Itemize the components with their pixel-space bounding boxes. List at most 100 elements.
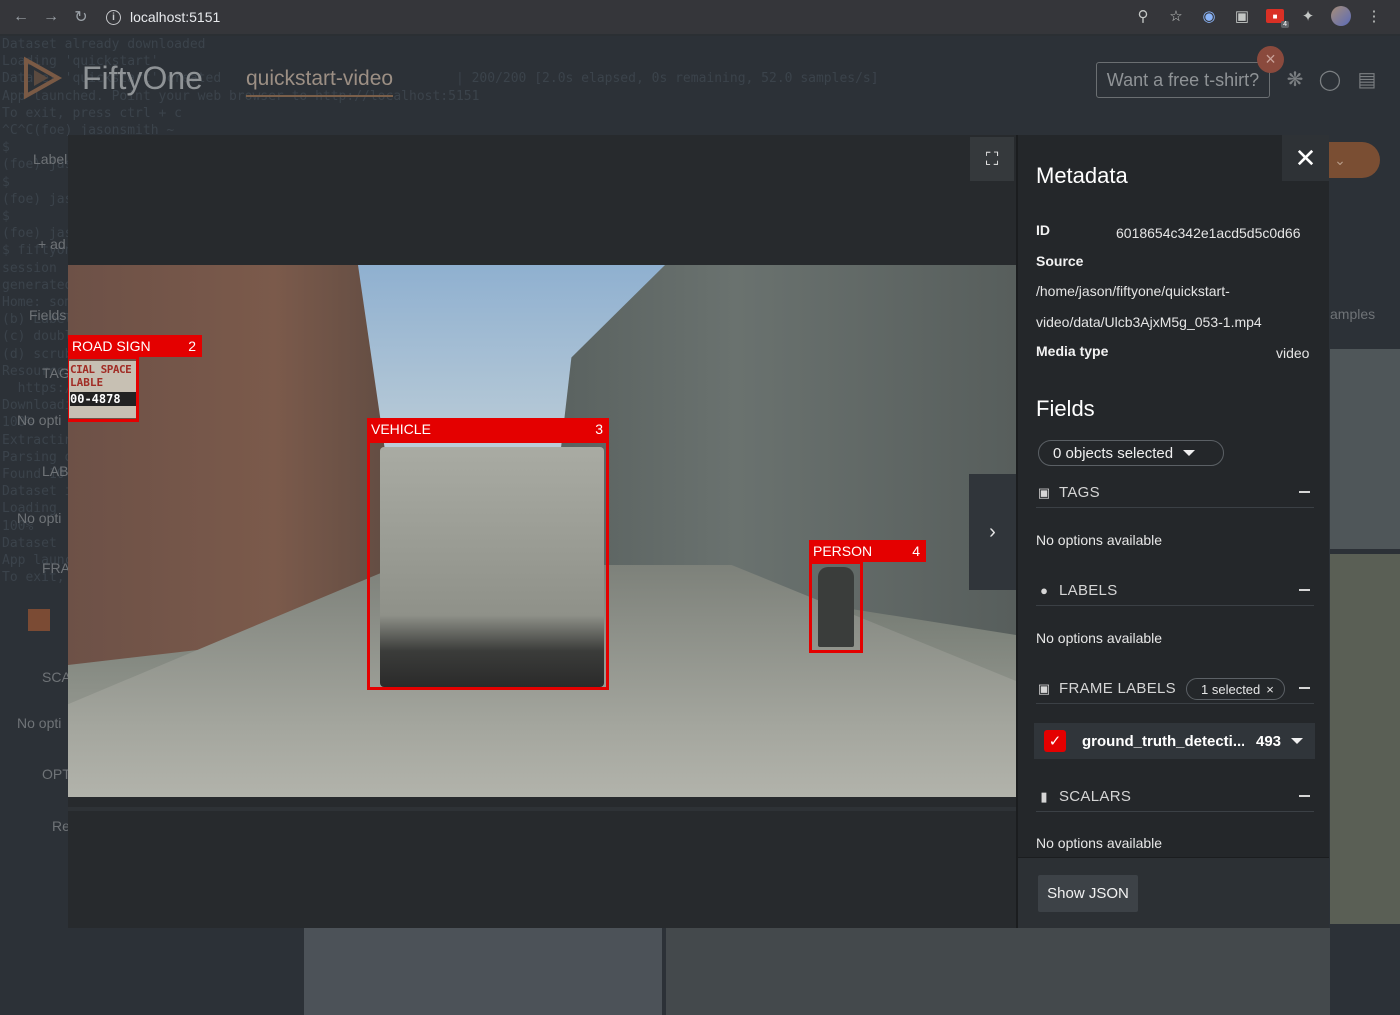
sample-thumbnail[interactable] — [1330, 349, 1400, 549]
selected-pill[interactable]: 1 selected × — [1186, 678, 1285, 700]
pocket-icon[interactable]: ▣ — [1230, 4, 1254, 28]
media-type-value: video — [1276, 345, 1310, 361]
sample-thumbnail[interactable] — [304, 928, 662, 1015]
slack-icon[interactable]: ❋ — [1282, 66, 1308, 92]
detection-box-vehicle[interactable] — [367, 440, 609, 690]
collapse-icon[interactable] — [1299, 589, 1310, 591]
next-sample-icon[interactable]: › — [969, 474, 1016, 590]
labels-group-header[interactable]: ● LABELS — [1036, 576, 1314, 606]
field-row-ground-truth[interactable]: ✓ ground_truth_detecti... 493 — [1034, 723, 1315, 759]
clear-selection-icon[interactable]: × — [1266, 682, 1274, 697]
image-icon: ▣ — [1037, 680, 1051, 696]
bookmark-star-icon[interactable]: ☆ — [1164, 4, 1188, 28]
bg-frame-heading: FRA — [42, 560, 70, 576]
labels-no-options: No options available — [1036, 630, 1163, 646]
fields-tab[interactable]: Fields — [29, 307, 66, 323]
forward-icon[interactable]: → — [36, 2, 66, 32]
source-key: Source — [1036, 253, 1084, 269]
bg-tags-heading: TAG — [42, 365, 70, 381]
sample-thumbnail[interactable] — [28, 609, 50, 631]
detection-label-vehicle: VEHICLE 3 — [367, 418, 609, 440]
objects-selected-label: 0 objects selected — [1053, 444, 1174, 462]
reload-icon[interactable]: ↻ — [66, 2, 96, 32]
bg-options-heading: OPT — [42, 766, 71, 782]
sample-thumbnail[interactable] — [666, 928, 1330, 1015]
tags-group-header[interactable]: ▣ TAGS — [1036, 478, 1314, 508]
field-count: 493 — [1256, 732, 1282, 750]
detection-label-person: PERSON 4 — [809, 540, 926, 562]
site-info-icon[interactable]: i — [106, 9, 121, 25]
app-header: FiftyOne quickstart-video Want a free t-… — [0, 36, 1400, 126]
detection-label-road-sign: ROAD SIGN 2 — [68, 335, 202, 357]
chevron-down-icon — [1183, 450, 1196, 456]
group-title: SCALARS — [1059, 788, 1132, 805]
bar-chart-icon: ▮ — [1040, 788, 1048, 804]
github-icon[interactable]: ◯ — [1317, 66, 1343, 92]
frame-labels-group-header[interactable]: ▣ FRAME LABELS 1 selected × — [1036, 674, 1314, 704]
dataset-selector[interactable]: quickstart-video — [246, 67, 394, 97]
group-title: TAGS — [1059, 484, 1100, 501]
fullscreen-icon[interactable]: ⛶ — [970, 137, 1014, 181]
id-key: ID — [1036, 222, 1050, 238]
source-path-line: /home/jason/fiftyone/quickstart- — [1036, 283, 1230, 299]
extension-badge-count: 4 — [1281, 21, 1289, 28]
extensions-puzzle-icon[interactable]: ✦ — [1296, 4, 1320, 28]
extension-badge-icon[interactable]: ■ 4 — [1263, 4, 1289, 28]
selected-pill-label: 1 selected — [1201, 681, 1261, 697]
detection-index: 2 — [188, 338, 196, 354]
labels-tab[interactable]: Label — [33, 151, 67, 167]
browser-toolbar: ← → ↻ i localhost:5151 ⚲ ☆ ◉ ▣ ■ 4 ✦ ⋮ — [0, 0, 1400, 34]
bg-no-options: No opti — [17, 412, 62, 428]
collapse-icon[interactable] — [1299, 795, 1310, 797]
add-stage-button[interactable]: + ad — [38, 236, 66, 252]
field-checkbox[interactable]: ✓ — [1044, 730, 1066, 752]
brand-name: FiftyOne — [82, 60, 203, 96]
detection-box-person[interactable] — [809, 561, 863, 653]
chevron-down-icon[interactable] — [1291, 738, 1304, 744]
tags-no-options: No options available — [1036, 532, 1163, 548]
field-name: ground_truth_detecti... — [1082, 732, 1244, 750]
detection-index: 4 — [912, 543, 920, 559]
metadata-title: Metadata — [1036, 163, 1128, 188]
show-json-button[interactable]: Show JSON — [1038, 875, 1138, 912]
source-path-line: video/data/Ulcb3AjxM5g_053-1.mp4 — [1036, 314, 1262, 330]
scalars-no-options: No options available — [1036, 835, 1163, 851]
sample-modal: ⛶ CIAL SPACE LABLE 00-4878 ROAD SIGN 2 V… — [68, 135, 1329, 928]
objects-selected-dropdown[interactable]: 0 objects selected — [1038, 440, 1224, 466]
video-seek-bar[interactable] — [68, 807, 1016, 811]
docs-book-icon[interactable]: ▤ — [1354, 66, 1380, 92]
bg-samples-count: amples — [1330, 306, 1376, 322]
scalars-group-header[interactable]: ▮ SCALARS — [1036, 782, 1314, 812]
fiftyone-logo-icon — [24, 56, 63, 100]
group-title: FRAME LABELS — [1059, 680, 1176, 697]
url-text: localhost:5151 — [130, 9, 221, 25]
json-footer: Show JSON — [1018, 857, 1329, 928]
media-type-key: Media type — [1036, 343, 1109, 359]
sample-thumbnail[interactable] — [1330, 554, 1400, 924]
modal-sidebar: Metadata ID 6018654c342e1acd5d5c0d66 Sou… — [1016, 135, 1329, 928]
label-tag-icon: ● — [1040, 583, 1048, 598]
bg-scalars-heading: SCA — [42, 669, 71, 685]
close-modal-icon[interactable]: ✕ — [1282, 135, 1329, 181]
source-value: /home/jason/fiftyone/quickstart- video/d… — [1036, 276, 1296, 338]
zoom-icon[interactable]: ⚲ — [1131, 4, 1155, 28]
collapse-icon[interactable] — [1299, 491, 1310, 493]
id-value: 6018654c342e1acd5d5c0d66 — [1116, 225, 1301, 241]
detection-index: 3 — [595, 421, 603, 437]
browser-menu-icon[interactable]: ⋮ — [1362, 4, 1386, 28]
video-viewer[interactable]: ⛶ CIAL SPACE LABLE 00-4878 ROAD SIGN 2 V… — [68, 135, 1016, 928]
bg-no-options: No opti — [17, 715, 62, 731]
address-bar[interactable]: i localhost:5151 — [106, 4, 1106, 30]
back-icon[interactable]: ← — [6, 2, 36, 32]
profile-avatar[interactable] — [1329, 4, 1353, 28]
fields-title: Fields — [1036, 396, 1095, 421]
browser-actions: ⚲ ☆ ◉ ▣ ■ 4 ✦ ⋮ — [1131, 4, 1386, 28]
bg-labels-heading: LAB — [42, 463, 69, 479]
image-icon: ▣ — [1037, 484, 1051, 500]
detection-box-road-sign[interactable] — [68, 356, 139, 422]
dismiss-tshirt-icon[interactable]: × — [1257, 46, 1284, 73]
tshirt-button[interactable]: Want a free t-shirt? — [1096, 62, 1270, 98]
extension-shield-icon[interactable]: ◉ — [1197, 4, 1221, 28]
collapse-icon[interactable] — [1299, 687, 1310, 689]
video-frame[interactable]: CIAL SPACE LABLE 00-4878 ROAD SIGN 2 VEH… — [68, 265, 1016, 797]
